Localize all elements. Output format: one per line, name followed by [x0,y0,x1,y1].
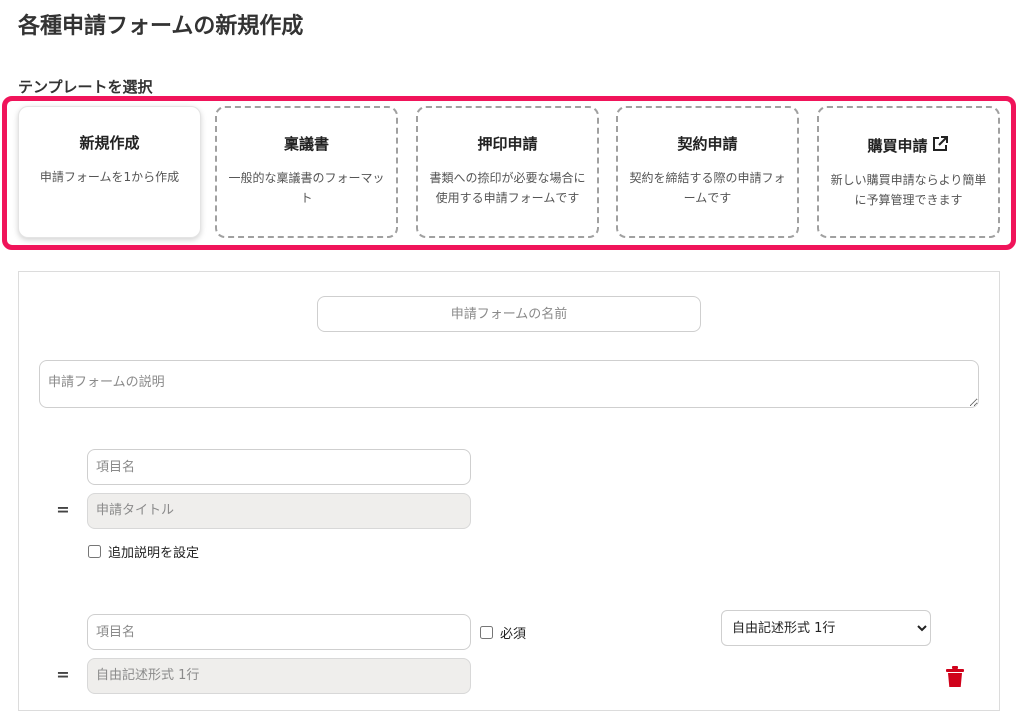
external-link-icon [932,136,948,151]
template-card-title: 押印申請 [477,135,538,153]
page-title: 各種申請フォームの新規作成 [18,14,304,39]
template-card-description: 契約を締結する際の申請フォームです [629,171,786,205]
template-card-seal-request[interactable]: 押印申請 書類への捺印が必要な場合に使用する申請フォームです [416,106,599,238]
extra-description-label: 追加説明を設定 [108,546,200,561]
template-card-title: 新規作成 [79,134,140,152]
template-card-title: 購買申請 [867,137,928,155]
required-label: 必須 [500,627,527,642]
template-card-ringisho[interactable]: 稟議書 一般的な稟議書のフォーマット [215,106,398,238]
template-section-label: テンプレートを選択 [18,78,153,96]
field-name-input[interactable] [87,449,471,485]
template-card-purchase-request[interactable]: 購買申請 新しい購買申請ならより簡単に予算管理できます [817,106,1000,238]
field-type-select[interactable]: 自由記述形式 1行 [721,610,931,646]
field-preview: 自由記述形式 1行 [87,658,471,694]
template-card-contract-request[interactable]: 契約申請 契約を締結する際の申請フォームです [616,106,799,238]
extra-description-toggle[interactable]: 追加説明を設定 [88,542,199,561]
required-checkbox[interactable] [480,626,493,639]
form-name-input[interactable] [317,296,701,332]
required-toggle[interactable]: 必須 [480,623,526,642]
template-card-description: 新しい購買申請ならより簡単に予算管理できます [830,173,987,207]
field-name-input[interactable] [87,614,471,650]
template-card-title: 稟議書 [283,135,329,153]
template-card-description: 申請フォームを1から作成 [39,170,180,184]
drag-handle-icon[interactable]: = [55,500,71,519]
template-card-new[interactable]: 新規作成 申請フォームを1から作成 [18,106,201,238]
trash-icon[interactable] [945,666,965,688]
form-description-textarea[interactable] [39,360,979,408]
template-card-title: 契約申請 [677,135,738,153]
field-preview: 申請タイトル [87,493,471,529]
template-card-title-row: 購買申請 [819,134,998,156]
template-card-description: 一般的な稟議書のフォーマット [228,171,385,205]
template-card-description: 書類への捺印が必要な場合に使用する申請フォームです [429,171,586,205]
extra-description-checkbox[interactable] [88,545,101,558]
drag-handle-icon[interactable]: = [55,665,71,684]
